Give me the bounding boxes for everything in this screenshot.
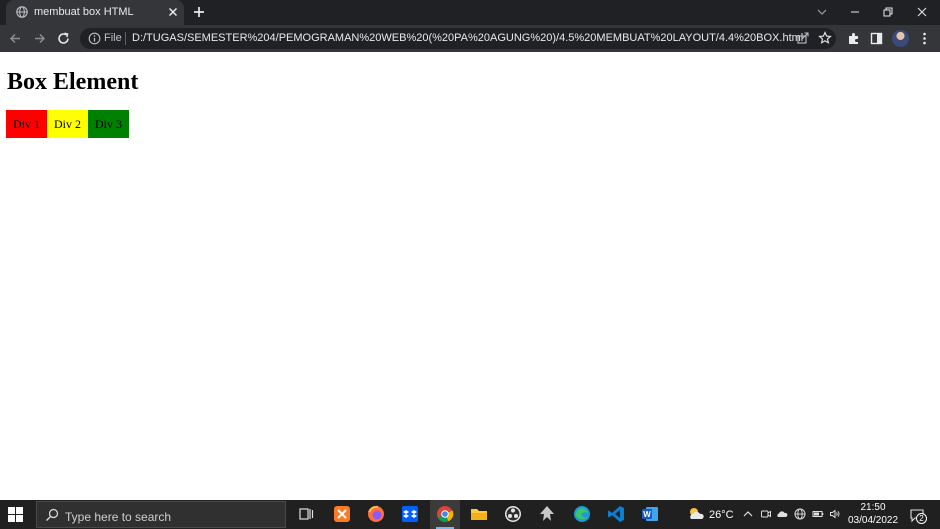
share-icon[interactable] [796, 31, 810, 45]
network-globe-icon[interactable] [794, 508, 806, 520]
browser-tab[interactable]: membuat box HTML [6, 0, 184, 25]
xampp-icon[interactable] [332, 504, 352, 524]
speaker-volume-icon[interactable] [829, 508, 841, 520]
tab-search-chevron-icon[interactable] [814, 4, 830, 20]
new-tab-icon[interactable] [192, 5, 206, 19]
back-arrow-icon[interactable] [8, 31, 23, 46]
minimize-icon[interactable] [847, 4, 863, 20]
taskbar-search-box[interactable]: Type here to search [36, 501, 286, 528]
partly-cloudy-icon[interactable] [686, 504, 706, 524]
close-tab-icon[interactable] [166, 5, 180, 19]
file-explorer-icon[interactable] [469, 504, 489, 524]
url-text[interactable]: D:/TUGAS/SEMESTER%204/PEMOGRAMAN%20WEB%2… [132, 32, 803, 44]
profile-avatar[interactable] [892, 30, 909, 47]
search-placeholder: Type here to search [65, 510, 172, 524]
browser-toolbar: File D:/TUGAS/SEMESTER%204/PEMOGRAMAN%20… [0, 25, 940, 52]
meet-now-icon[interactable] [760, 508, 772, 520]
firefox-icon[interactable] [366, 504, 386, 524]
battery-icon[interactable] [812, 508, 824, 520]
search-icon [46, 508, 59, 521]
notification-count-badge: 2 [916, 513, 927, 524]
chevron-up-icon[interactable] [742, 508, 754, 520]
browser-tab-strip: membuat box HTML [0, 0, 940, 25]
weather-temperature[interactable]: 26°C [709, 509, 734, 521]
box-div-1: Div 1 [6, 110, 47, 138]
box-div-2: Div 2 [47, 110, 88, 138]
chrome-icon[interactable] [435, 504, 455, 524]
box-div-3: Div 3 [88, 110, 129, 138]
onedrive-cloud-icon[interactable] [776, 508, 788, 520]
globe-icon [16, 6, 28, 18]
microsoft-word-icon[interactable]: W [640, 504, 660, 524]
clock-date: 03/04/2022 [848, 515, 899, 526]
page-heading: Box Element [7, 69, 139, 95]
inkscape-icon[interactable] [537, 504, 557, 524]
info-icon[interactable] [88, 32, 101, 45]
edge-icon[interactable] [572, 504, 592, 524]
url-scheme-label: File [104, 32, 122, 44]
task-view-icon[interactable] [296, 504, 316, 524]
svg-text:W: W [643, 510, 651, 519]
reload-icon[interactable] [56, 31, 71, 46]
windows-taskbar: Type here to search W 26°C 21:50 03/04/2… [0, 500, 940, 529]
obs-studio-icon[interactable] [503, 504, 523, 524]
side-panel-icon[interactable] [869, 31, 884, 46]
web-page-content: Box Element Div 1 Div 2 Div 3 [0, 52, 940, 500]
bookmark-star-icon[interactable] [818, 31, 832, 45]
forward-arrow-icon[interactable] [32, 31, 47, 46]
extensions-puzzle-icon[interactable] [846, 31, 861, 46]
omnibox-divider [125, 32, 126, 45]
windows-start-icon[interactable] [8, 507, 23, 522]
address-bar[interactable]: File D:/TUGAS/SEMESTER%204/PEMOGRAMAN%20… [80, 28, 836, 49]
more-menu-icon[interactable] [917, 31, 932, 46]
tab-title: membuat box HTML [34, 6, 134, 18]
vscode-icon[interactable] [606, 504, 626, 524]
close-window-icon[interactable] [914, 4, 930, 20]
restore-icon[interactable] [880, 4, 896, 20]
dropbox-icon[interactable] [400, 504, 420, 524]
clock-time: 21:50 [860, 502, 886, 513]
